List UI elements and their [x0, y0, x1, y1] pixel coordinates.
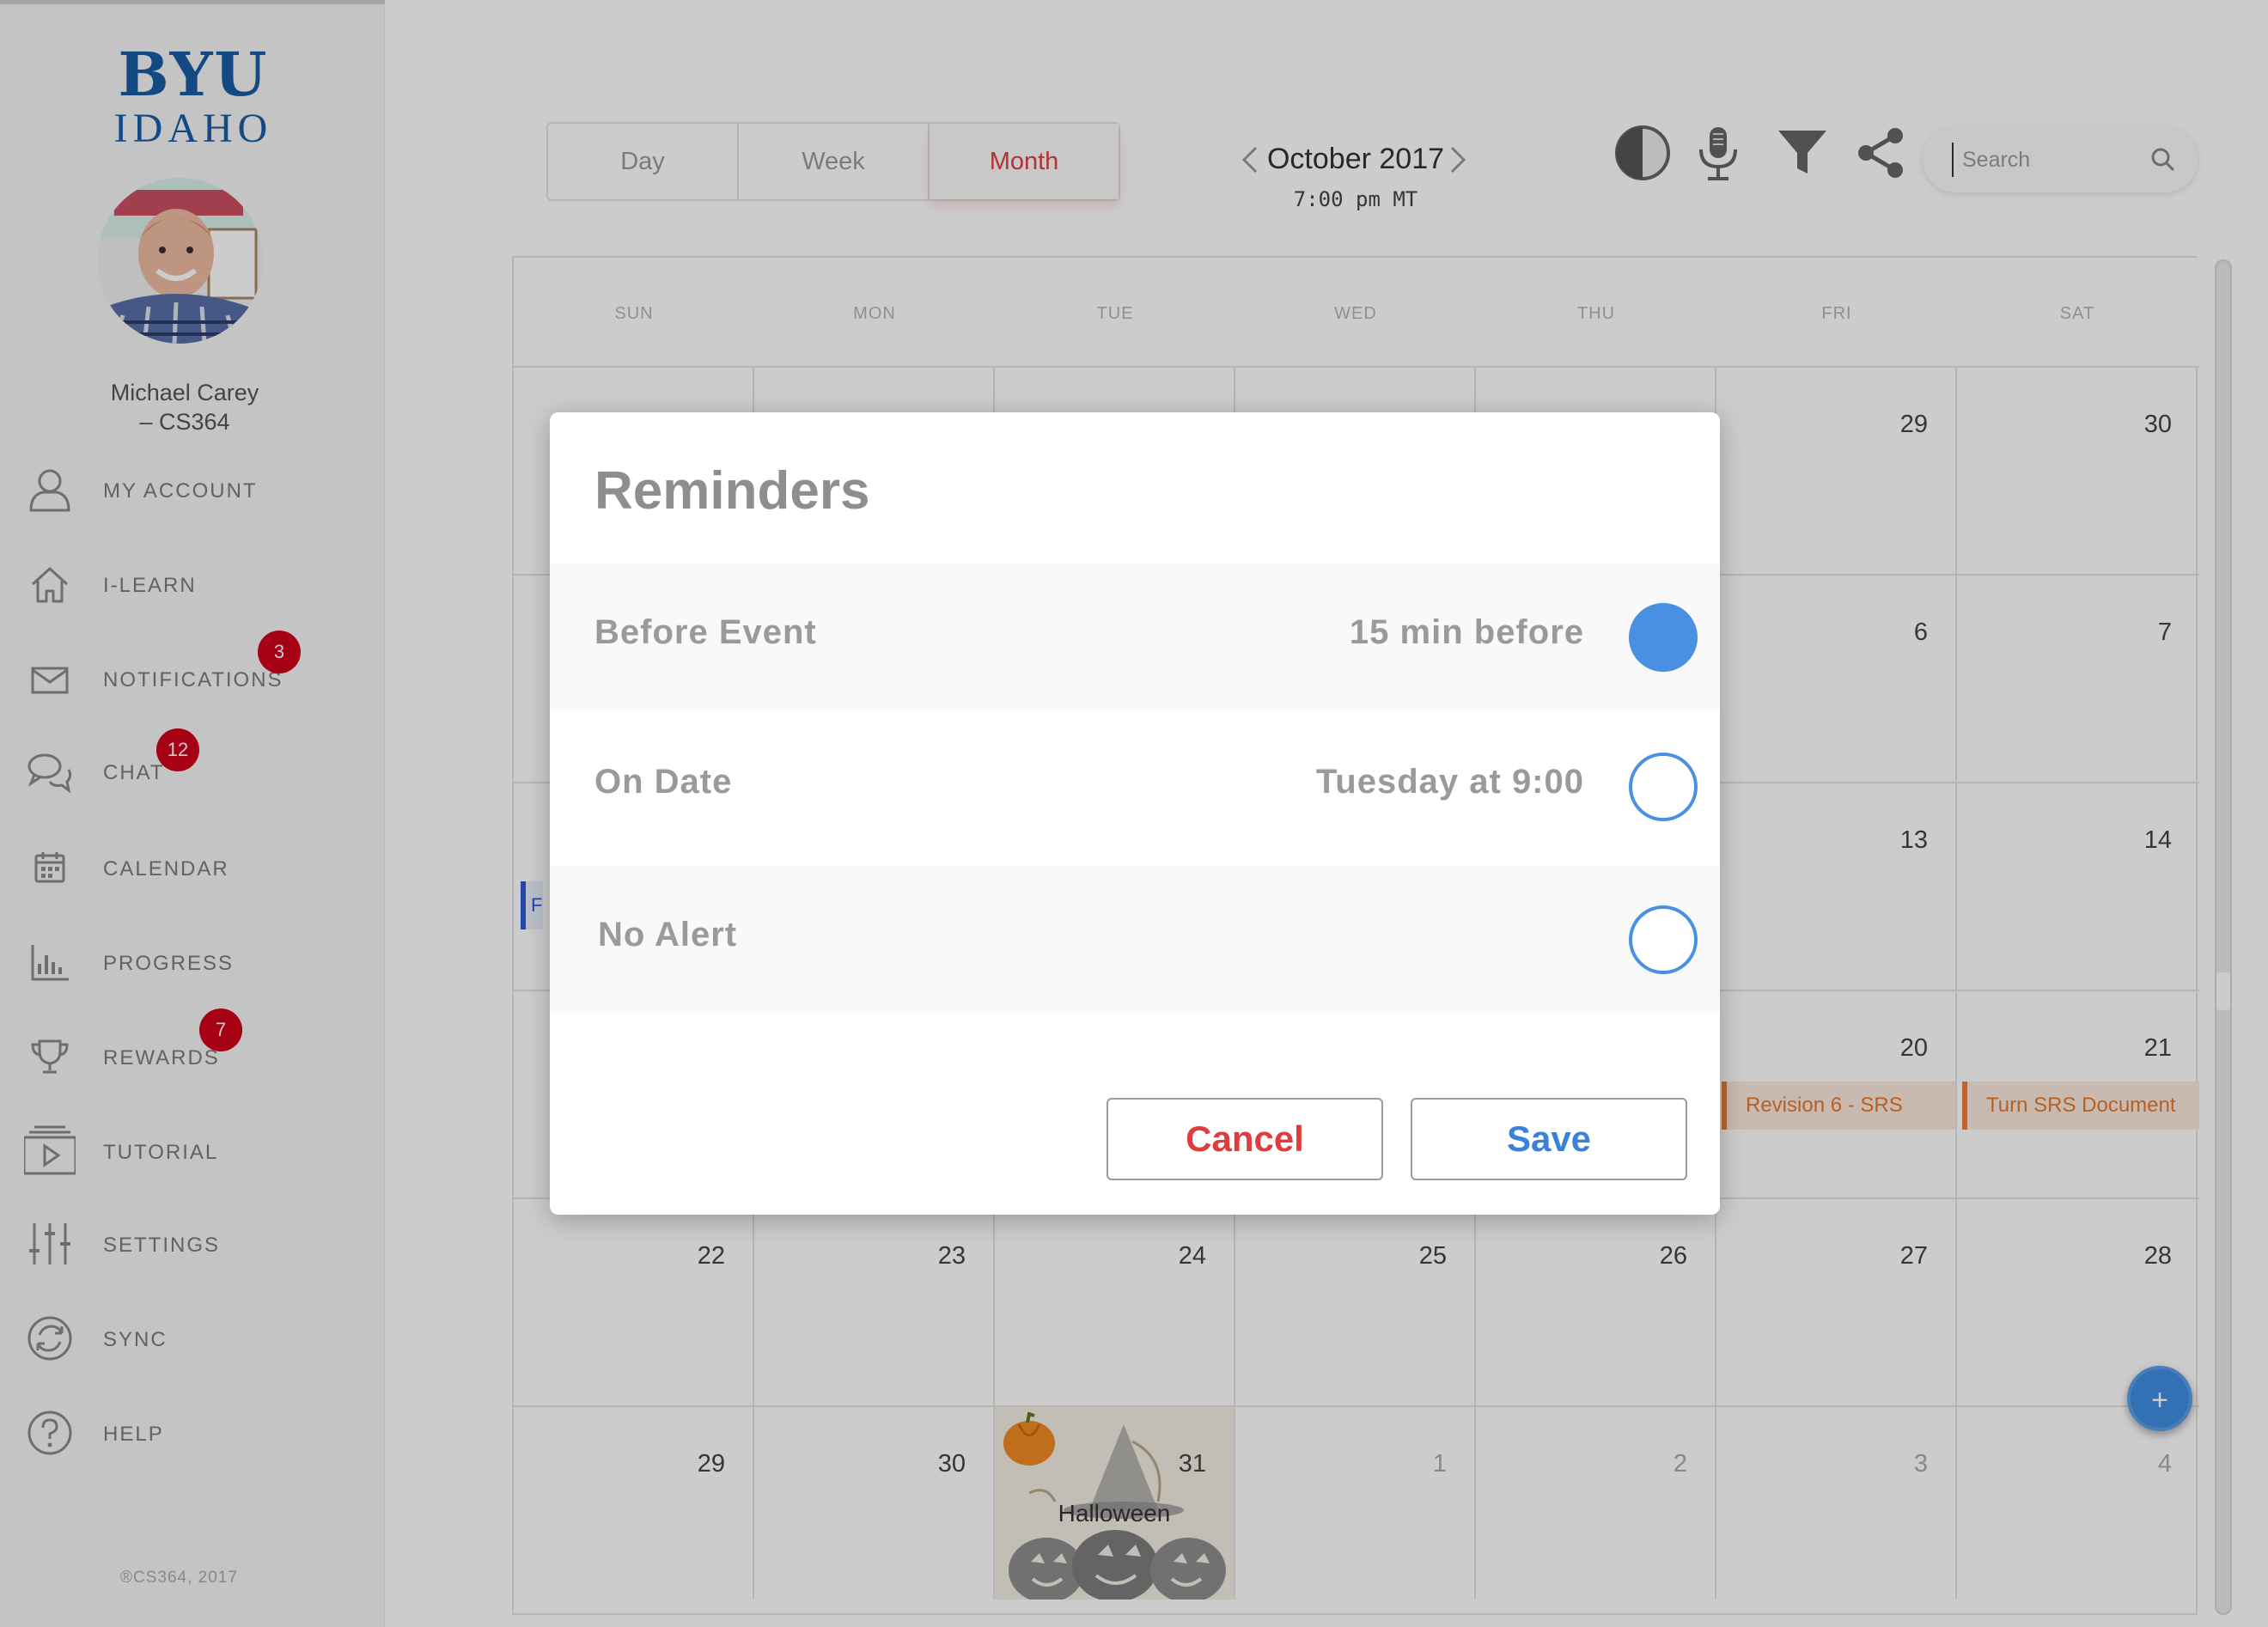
option-label: Before Event — [594, 613, 817, 651]
radio-on-date[interactable] — [1629, 753, 1698, 821]
option-value: Tuesday at 9:00 — [1315, 763, 1584, 801]
option-label: No Alert — [598, 916, 738, 954]
option-value: 15 min before — [1349, 613, 1584, 651]
radio-before-event[interactable] — [1629, 603, 1698, 672]
radio-no-alert[interactable] — [1629, 905, 1698, 974]
cancel-button[interactable]: Cancel — [1107, 1098, 1383, 1180]
reminders-dialog: Reminders Before Event 15 min before On … — [550, 412, 1720, 1215]
option-on-date[interactable]: On Date Tuesday at 9:00 — [550, 713, 1720, 861]
save-button[interactable]: Save — [1411, 1098, 1687, 1180]
dialog-title: Reminders — [594, 461, 870, 521]
option-before-event[interactable]: Before Event 15 min before — [550, 564, 1720, 711]
option-label: On Date — [594, 763, 733, 801]
option-no-alert[interactable]: No Alert — [550, 866, 1720, 1014]
